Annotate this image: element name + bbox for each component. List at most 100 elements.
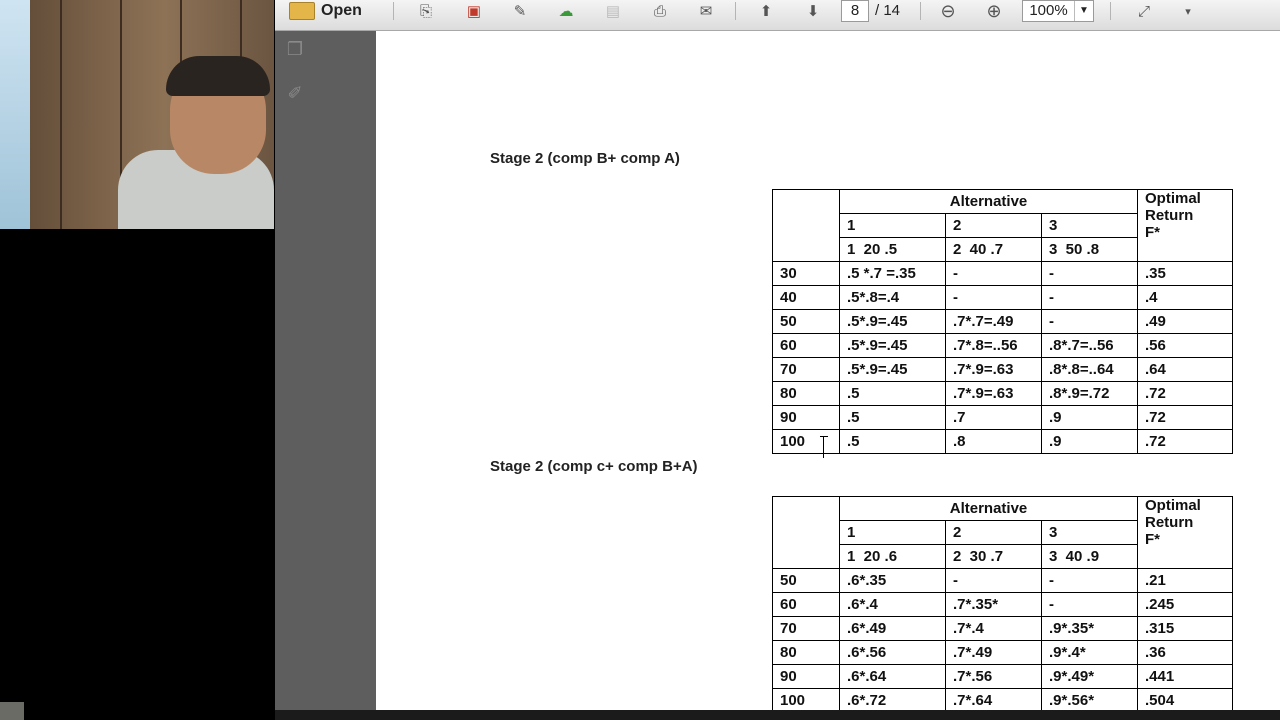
table-row: 60.5*.9=.45.7*.8=..56.8*.7=..56.56	[772, 333, 1233, 358]
toolbar-separator	[393, 2, 394, 20]
alt3-cell: .9*.35*	[1041, 616, 1138, 641]
stage-title: Stage 2 (comp B+ comp A)	[490, 150, 680, 167]
webcam-video-overlay	[0, 0, 274, 229]
state-cell: 60	[772, 592, 840, 617]
optimal-header-line: Optimal	[1145, 190, 1201, 207]
alt1-cell: .5 *.7 =.35	[839, 261, 946, 286]
alt1-cell: .6*.56	[839, 640, 946, 665]
alt-number: 1	[839, 520, 946, 545]
alt2-cell: .8	[945, 429, 1042, 454]
table-row: 80.6*.56.7*.49.9*.4* .36	[772, 640, 1233, 665]
table-row: 80.5.7*.9=.63.8*.9=.72.72	[772, 381, 1233, 406]
alt3-cell: -	[1041, 592, 1138, 617]
alt-number: 2	[945, 213, 1042, 238]
document-page: Stage 2 (comp B+ comp A) Alternative Opt…	[376, 31, 1280, 713]
optimal-cell: .35	[1137, 261, 1233, 286]
state-cell: 40	[772, 285, 840, 310]
state-cell: 100	[772, 429, 840, 454]
alt-params: 1 20 .6	[839, 544, 946, 569]
pages-icon[interactable]: ❐	[285, 39, 305, 61]
alt-number: 1	[839, 213, 946, 238]
optimal-cell: .36	[1137, 640, 1233, 665]
alt-params: 1 20 .5	[839, 237, 946, 262]
toolbar-separator	[735, 2, 736, 20]
taskbar-thumbnail[interactable]	[0, 702, 24, 720]
table-row: 50.6*.35- - .21	[772, 568, 1233, 593]
stage-title: Stage 2 (comp c+ comp B+A)	[490, 458, 698, 475]
alt1-cell: .5	[839, 429, 946, 454]
state-cell: 70	[772, 357, 840, 382]
page-number-input[interactable]: 8	[841, 0, 869, 22]
zoom-in-icon[interactable]: ⊕	[981, 0, 1007, 22]
state-cell: 30	[772, 261, 840, 286]
alt-number: 3	[1041, 520, 1138, 545]
cabinet-line	[60, 0, 62, 229]
alt2-cell: .7*.35*	[945, 592, 1042, 617]
alt2-cell: .7*.49	[945, 640, 1042, 665]
open-label: Open	[321, 2, 362, 19]
create-pdf-icon[interactable]: ⎘	[413, 0, 439, 22]
fstar-header-line: F*	[1145, 531, 1160, 548]
state-cell: 90	[772, 405, 840, 430]
optimal-cell: .49	[1137, 309, 1233, 334]
alt1-cell: .6*.49	[839, 616, 946, 641]
page-down-icon[interactable]: ⬇	[800, 0, 826, 22]
state-cell: 70	[772, 616, 840, 641]
table-row: 50.5*.9=.45.7*.7=.49- .49	[772, 309, 1233, 334]
alt3-cell: -	[1041, 568, 1138, 593]
table-row: 40.5*.8=.4- - .4	[772, 285, 1233, 310]
alt1-cell: .5*.9=.45	[839, 309, 946, 334]
presenter-hair	[166, 56, 270, 96]
attachments-icon[interactable]: ✐	[285, 83, 305, 105]
alt2-cell: -	[945, 285, 1042, 310]
optimal-cell: .245	[1137, 592, 1233, 617]
optimal-cell: .56	[1137, 333, 1233, 358]
page-up-icon[interactable]: ⬆	[753, 0, 779, 22]
alt3-cell: .9	[1041, 405, 1138, 430]
page-gutter	[316, 31, 376, 710]
header-blank-cell	[772, 189, 840, 262]
upload-icon[interactable]: ☁	[553, 0, 579, 22]
optimal-cell: .4	[1137, 285, 1233, 310]
more-icon[interactable]: ▾	[1175, 0, 1201, 22]
table-row: 100.6*.72.7*.64.9*.56* .504	[772, 688, 1233, 713]
alt3-cell: .8*.9=.72	[1041, 381, 1138, 406]
state-cell: 80	[772, 640, 840, 665]
state-cell: 50	[772, 309, 840, 334]
alt3-cell: .8*.8=..64	[1041, 357, 1138, 382]
alt1-cell: .5	[839, 381, 946, 406]
fit-page-icon[interactable]: ⤢	[1131, 0, 1157, 22]
open-button[interactable]: Open	[289, 0, 379, 22]
alt1-cell: .6*.64	[839, 664, 946, 689]
table-row: 70.5*.9=.45.7*.9=.63.8*.8=..64.64	[772, 357, 1233, 382]
state-cell: 100	[772, 688, 840, 713]
alt3-cell: .9*.4*	[1041, 640, 1138, 665]
table-row: 90.6*.64.7*.56.9*.49* .441	[772, 664, 1233, 689]
alt-number: 3	[1041, 213, 1138, 238]
state-cell: 50	[772, 568, 840, 593]
table-row: 90.5.7.9.72	[772, 405, 1233, 430]
export-icon[interactable]: ▣	[461, 0, 487, 22]
return-header-line: Return	[1145, 207, 1194, 224]
alt2-cell: .7*.9=.63	[945, 381, 1042, 406]
optimal-return-header: Optimal Return F*	[1137, 189, 1233, 262]
window-bottom-edge	[275, 710, 1280, 720]
alt1-cell: .6*.72	[839, 688, 946, 713]
window-background	[0, 0, 30, 229]
print-icon[interactable]: ⎙	[647, 0, 673, 22]
edit-icon[interactable]: ✎	[507, 0, 533, 22]
optimal-cell: .315	[1137, 616, 1233, 641]
optimal-cell: .504	[1137, 688, 1233, 713]
save-icon[interactable]: ▤	[600, 0, 626, 22]
alt-params: 2 30 .7	[945, 544, 1042, 569]
chevron-down-icon[interactable]: ▼	[1074, 1, 1093, 21]
zoom-out-icon[interactable]: ⊖	[935, 0, 961, 22]
alt-params: 3 50 .8	[1041, 237, 1138, 262]
alt3-cell: .8*.7=..56	[1041, 333, 1138, 358]
zoom-select[interactable]: 100% ▼	[1022, 0, 1094, 22]
return-header-line: Return	[1145, 514, 1194, 531]
state-cell: 80	[772, 381, 840, 406]
table-row: 30.5 *.7 =.35- - .35	[772, 261, 1233, 286]
alt2-cell: .7*.64	[945, 688, 1042, 713]
email-icon[interactable]: ✉	[693, 0, 719, 22]
